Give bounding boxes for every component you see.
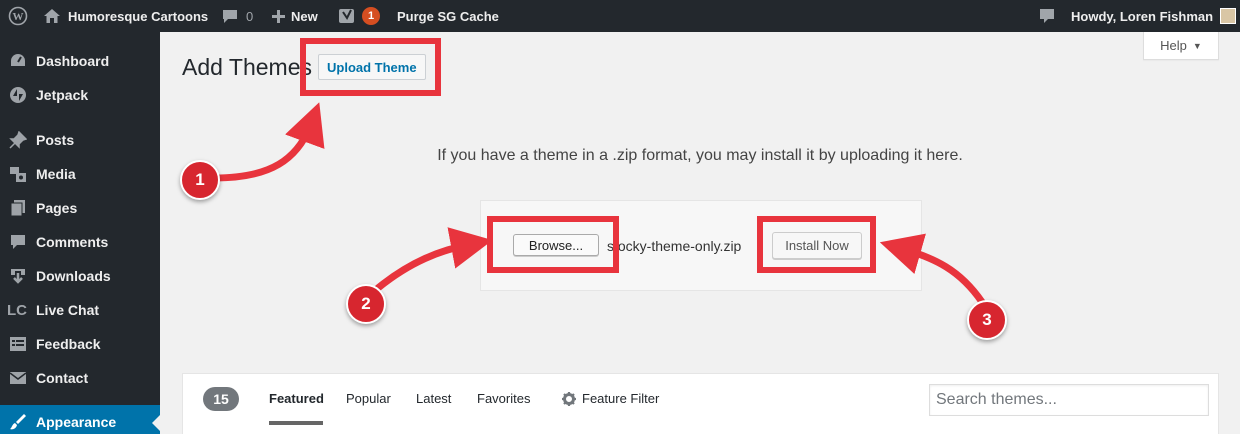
arrow-1 [211,102,325,182]
arrow-2 [374,227,493,292]
annotation-arrows [211,102,986,306]
step-marker-3: 3 [967,300,1007,340]
step-marker-1: 1 [180,160,220,200]
step-marker-2: 2 [346,284,386,324]
arrow-3 [879,233,986,306]
